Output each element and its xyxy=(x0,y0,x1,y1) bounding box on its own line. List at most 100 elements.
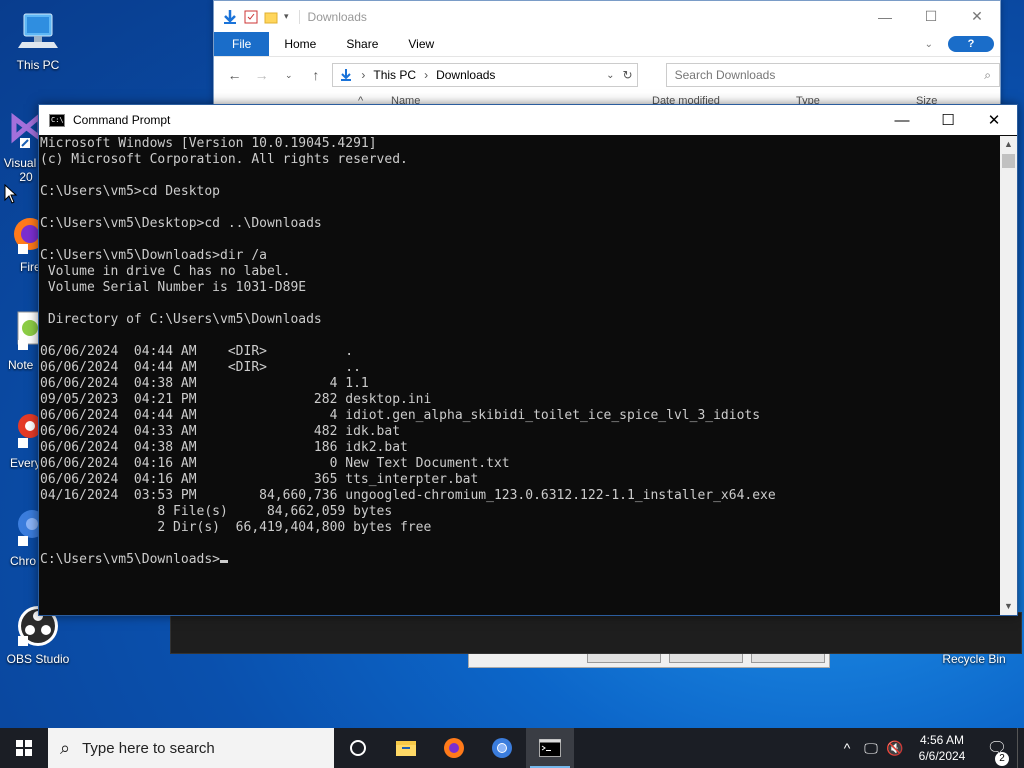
file-explorer-icon xyxy=(396,741,416,756)
explorer-close-button[interactable]: ✕ xyxy=(954,1,1000,32)
console-prompt[interactable]: C:\Users\vm5\Downloads> xyxy=(40,552,1000,568)
show-desktop-button[interactable] xyxy=(1017,728,1024,768)
command-prompt-window[interactable]: C:\ Command Prompt — ☐ ✕ Microsoft Windo… xyxy=(38,104,1018,616)
console-line: 06/06/2024 04:44 AM <DIR> . xyxy=(40,344,354,359)
breadcrumb-separator: › xyxy=(361,68,366,82)
desktop-icon-notepadpp[interactable]: Note xyxy=(0,310,40,372)
console-line: Directory of C:\Users\vm5\Downloads xyxy=(40,312,322,327)
downloads-folder-icon xyxy=(341,69,352,81)
system-tray: ^ 🖵 🔇 4:56 AM 6/6/2024 🗨 2 xyxy=(835,728,1024,768)
command-prompt-icon xyxy=(539,739,561,757)
show-hidden-icons-icon[interactable]: ^ xyxy=(835,740,859,756)
explorer-minimize-button[interactable]: — xyxy=(862,1,908,32)
explorer-maximize-button[interactable]: ☐ xyxy=(908,1,954,32)
visual-studio-icon xyxy=(6,108,40,152)
scroll-thumb[interactable] xyxy=(1002,154,1015,168)
desktop-icon-label: Fire xyxy=(20,260,40,274)
desktop-icon-label: This PC xyxy=(16,58,60,72)
taskbar-search-box[interactable]: ⌕ Type here to search xyxy=(48,728,334,768)
tab-share[interactable]: Share xyxy=(331,32,393,56)
network-icon[interactable]: 🖵 xyxy=(859,740,883,757)
chrome-icon xyxy=(492,738,512,758)
refresh-icon[interactable]: ↻ xyxy=(623,68,637,82)
console-line: 8 File(s) 84,662,059 bytes xyxy=(40,504,393,519)
notification-center-button[interactable]: 🗨 2 xyxy=(977,738,1017,766)
address-bar[interactable]: › This PC › Downloads ⌄ ↻ xyxy=(332,63,638,87)
cmd-minimize-button[interactable]: — xyxy=(879,105,925,135)
desktop-icon-this-pc[interactable]: This PC xyxy=(0,10,76,72)
console-line: 06/06/2024 04:44 AM <DIR> .. xyxy=(40,360,361,375)
firefox-icon xyxy=(8,212,40,256)
help-icon[interactable]: ? xyxy=(948,32,1000,56)
breadcrumb-downloads[interactable]: Downloads xyxy=(436,68,495,82)
cmd-scrollbar[interactable]: ▲ ▼ xyxy=(1000,136,1017,615)
breadcrumb-this-pc[interactable]: This PC xyxy=(373,68,416,82)
task-view-button[interactable] xyxy=(334,728,382,768)
cmd-title-bar[interactable]: C:\ Command Prompt — ☐ ✕ xyxy=(39,105,1017,135)
forward-arrow-icon[interactable]: → xyxy=(251,67,272,83)
notification-count: 2 xyxy=(995,752,1009,766)
background-console-window xyxy=(170,612,1022,654)
recent-locations-icon[interactable]: ⌄ xyxy=(278,70,299,81)
quick-access-toolbar: ▾ xyxy=(214,9,289,25)
back-arrow-icon[interactable]: ← xyxy=(224,67,245,83)
ribbon-expand-icon[interactable]: ⌄ xyxy=(910,32,948,56)
clock[interactable]: 4:56 AM 6/6/2024 xyxy=(907,732,977,764)
scroll-up-icon[interactable]: ▲ xyxy=(1000,136,1017,153)
taskbar-search-placeholder: Type here to search xyxy=(82,739,215,757)
taskbar: ⌕ Type here to search ^ 🖵 🔇 4:56 AM 6/6/… xyxy=(0,728,1024,768)
tab-view[interactable]: View xyxy=(393,32,449,56)
scroll-down-icon[interactable]: ▼ xyxy=(1000,598,1017,615)
console-line: 06/06/2024 04:38 AM 4 1.1 xyxy=(40,376,369,391)
desktop-icon-firefox[interactable]: Fire xyxy=(0,212,40,274)
chrome-icon xyxy=(8,506,40,550)
customize-toolbar-icon[interactable]: ▾ xyxy=(284,11,289,22)
start-button[interactable] xyxy=(0,728,48,768)
new-folder-icon[interactable] xyxy=(264,10,278,24)
breadcrumb-separator: › xyxy=(424,68,429,82)
desktop-icon-label: Chro xyxy=(10,554,37,568)
console-line: 06/06/2024 04:16 AM 0 New Text Document.… xyxy=(40,456,510,471)
search-box[interactable]: Search Downloads ⌕ xyxy=(665,63,1000,87)
properties-icon[interactable] xyxy=(244,10,258,24)
taskbar-file-explorer[interactable] xyxy=(382,728,430,768)
console-output[interactable]: Microsoft Windows [Version 10.0.19045.42… xyxy=(39,136,1000,615)
taskbar-chrome[interactable] xyxy=(478,728,526,768)
desktop-icon-label: OBS Studio xyxy=(6,652,70,666)
search-placeholder: Search Downloads xyxy=(674,68,776,82)
windows-logo-icon xyxy=(16,740,32,756)
firefox-icon xyxy=(444,738,464,758)
desktop-icon-everything[interactable]: Every xyxy=(0,408,40,470)
console-line: (c) Microsoft Corporation. All rights re… xyxy=(40,152,408,167)
this-pc-icon xyxy=(16,10,60,54)
cmd-close-button[interactable]: ✕ xyxy=(971,105,1017,135)
tab-file[interactable]: File xyxy=(214,32,270,56)
address-dropdown-icon[interactable]: ⌄ xyxy=(606,70,614,81)
everything-icon xyxy=(8,408,40,452)
console-line: 06/06/2024 04:33 AM 482 idk.bat xyxy=(40,424,401,439)
console-line: Volume Serial Number is 1031-D89E xyxy=(40,280,307,295)
desktop: This PC Visual 20 Fire Note Every Chro O… xyxy=(0,0,1024,728)
up-arrow-icon[interactable]: ↑ xyxy=(305,67,326,83)
taskbar-firefox[interactable] xyxy=(430,728,478,768)
volume-muted-icon[interactable]: 🔇 xyxy=(883,740,907,757)
desktop-icon-label: Visual xyxy=(3,156,37,170)
desktop-icon-chrome[interactable]: Chro xyxy=(0,506,40,568)
cmd-maximize-button[interactable]: ☐ xyxy=(925,105,971,135)
console-line: 06/06/2024 04:38 AM 186 idk2.bat xyxy=(40,440,408,455)
taskbar-command-prompt[interactable] xyxy=(526,728,574,768)
desktop-icon-visual-studio[interactable]: Visual 20 xyxy=(0,108,40,184)
search-icon: ⌕ xyxy=(984,67,991,82)
search-icon: ⌕ xyxy=(60,737,71,758)
explorer-title-bar: ▾ Downloads — ☐ ✕ xyxy=(214,1,1000,32)
text-cursor xyxy=(220,560,229,563)
tab-home[interactable]: Home xyxy=(269,32,331,56)
mouse-cursor-icon xyxy=(4,184,18,204)
task-view-icon xyxy=(350,740,366,756)
